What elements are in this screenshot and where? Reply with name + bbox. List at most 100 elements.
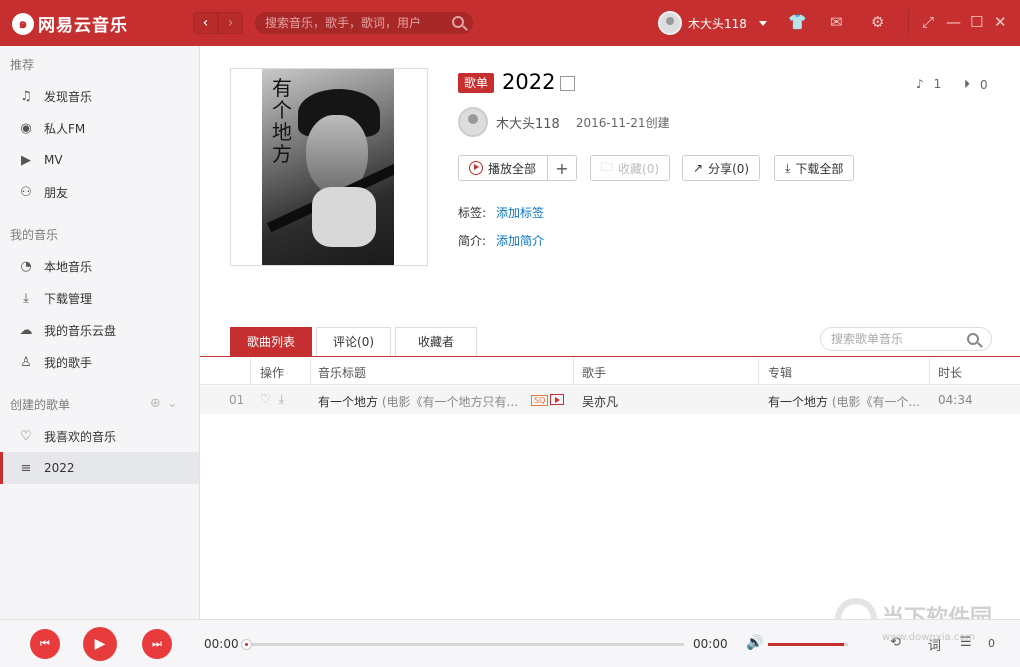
add-playlist-icon[interactable]: ⊕ (150, 396, 161, 411)
playlist-cover[interactable]: 有个地方 (230, 68, 428, 266)
download-icon[interactable]: ⤓ (279, 392, 284, 407)
song-count-value: 1 (933, 77, 942, 91)
mail-icon[interactable]: ✉ (830, 13, 843, 31)
sidebar-item-fm[interactable]: ◉ 私人FM (0, 112, 199, 144)
download-all-button[interactable]: ⤓ 下载全部 (774, 155, 855, 181)
column-header-artist[interactable]: 歌手 (582, 364, 606, 381)
global-search-input[interactable]: 搜索音乐，歌手，歌词，用户 (255, 12, 473, 34)
search-icon[interactable] (967, 333, 979, 345)
track-artist[interactable]: 吴亦凡 (582, 393, 618, 410)
cover-hand-shape (312, 187, 376, 247)
add-to-queue-button[interactable]: + (547, 155, 577, 181)
sidebar-item-label: 2022 (44, 461, 75, 475)
play-button[interactable]: ▶ (83, 627, 117, 661)
sidebar-item-playlist-2022[interactable]: ≡ 2022 (0, 452, 199, 484)
title-bar: ๑ 网易云音乐 ‹ › 搜索音乐，歌手，歌词，用户 木大头118 👕 ✉ ⚙ ⤢… (0, 0, 1020, 46)
table-row[interactable]: 01 ♡ ⤓ 有一个地方 (电影《有一个地方只有... SQ 吴亦凡 有一个地方… (200, 386, 1020, 414)
add-tags-link[interactable]: 添加标签 (496, 206, 544, 220)
column-header-album[interactable]: 专辑 (768, 364, 792, 381)
user-menu[interactable]: 木大头118 (658, 11, 767, 35)
sidebar-item-friends[interactable]: ⚇ 朋友 (0, 176, 199, 208)
creator-avatar[interactable] (458, 107, 488, 137)
play-icon (469, 161, 483, 175)
sidebar-item-label: 下载管理 (44, 291, 93, 306)
disc-icon: ◔ (20, 258, 32, 274)
settings-icon[interactable]: ⚙ (871, 13, 884, 31)
queue-count[interactable]: 0 (988, 637, 995, 650)
search-placeholder: 搜索音乐，歌手，歌词，用户 (265, 16, 422, 30)
playlist-controls: ⊕ ⌄ (150, 396, 178, 411)
tab-comments[interactable]: 评论(0) (316, 327, 392, 356)
like-heart-icon[interactable]: ♡ (260, 392, 271, 407)
intro-label: 简介: (458, 234, 487, 248)
track-album[interactable]: 有一个地方 (768, 395, 828, 409)
play-all-button[interactable]: 播放全部 (458, 155, 548, 181)
sidebar-item-mv[interactable]: ▶ MV (0, 144, 199, 176)
collect-button[interactable]: 🗀 收藏(0) (590, 155, 671, 181)
progress-knob[interactable] (241, 639, 252, 650)
netease-logo-icon: ๑ (12, 12, 34, 35)
collapse-chevron-icon[interactable]: ⌄ (167, 396, 178, 411)
sidebar-item-downloads[interactable]: ⤓ 下载管理 (0, 282, 199, 314)
skin-icon[interactable]: 👕 (788, 13, 807, 31)
sidebar-item-label: 我的歌手 (44, 355, 93, 370)
volume-slider[interactable] (768, 643, 848, 646)
mini-mode-icon[interactable]: ⤢ (922, 13, 934, 31)
play-count-value: 0 (980, 77, 988, 92)
sidebar-item-discover[interactable]: ♫ 发现音乐 (0, 80, 199, 112)
share-button[interactable]: ↗ 分享(0) (682, 155, 761, 181)
column-header-duration[interactable]: 时长 (938, 364, 962, 381)
tab-subscribers[interactable]: 收藏者 (395, 327, 478, 356)
sidebar-item-my-artists[interactable]: ♙ 我的歌手 (0, 346, 199, 378)
user-avatar[interactable] (658, 11, 682, 35)
total-time: 00:00 (693, 637, 728, 651)
minimize-icon[interactable]: — (946, 13, 961, 31)
play-count: ⏵ 0 (964, 77, 988, 92)
heart-icon: ♡ (20, 428, 32, 444)
sidebar-item-liked-music[interactable]: ♡ 我喜欢的音乐 (0, 420, 199, 452)
previous-track-button[interactable]: ⏮ (30, 629, 60, 659)
sidebar-item-label: 发现音乐 (44, 89, 93, 104)
sidebar-item-cloud[interactable]: ☁ 我的音乐云盘 (0, 314, 199, 346)
back-button[interactable]: ‹ (193, 12, 218, 34)
tab-underline (200, 356, 1020, 357)
app-logo[interactable]: ๑ 网易云音乐 (12, 11, 128, 36)
track-album-cell: 有一个地方 (电影《有一个... (768, 393, 923, 410)
search-icon[interactable] (452, 16, 464, 28)
creator-name[interactable]: 木大头118 (496, 113, 560, 132)
progress-bar[interactable] (241, 639, 684, 650)
player-bar: ⏮ ▶ ⏭ 00:00 00:00 🔊 ⟲ 词 ☰ 0 www.downxia.… (0, 619, 1020, 667)
cloud-icon: ☁ (19, 322, 33, 338)
add-intro-link[interactable]: 添加简介 (496, 234, 544, 248)
edit-icon[interactable] (560, 76, 575, 91)
playlist-tabs: 歌曲列表 评论(0) 收藏者 (230, 327, 478, 356)
section-title-recommend: 推荐 (10, 58, 35, 72)
download-all-label: 下载全部 (795, 161, 844, 176)
volume-level (768, 643, 844, 646)
sidebar-item-local-music[interactable]: ◔ 本地音乐 (0, 250, 199, 282)
column-divider (250, 358, 251, 385)
column-header-title[interactable]: 音乐标题 (318, 364, 366, 381)
next-track-button[interactable]: ⏭ (142, 629, 172, 659)
share-label: 分享(0) (708, 161, 750, 176)
column-header-actions: 操作 (260, 366, 285, 380)
maximize-icon[interactable]: ☐ (970, 13, 983, 31)
close-icon[interactable]: ✕ (994, 13, 1007, 31)
tab-song-list[interactable]: 歌曲列表 (230, 327, 313, 356)
chevron-down-icon[interactable] (758, 20, 767, 26)
mv-icon[interactable] (550, 394, 564, 405)
track-duration: 04:34 (938, 393, 973, 407)
track-title[interactable]: 有一个地方 (318, 395, 378, 409)
watermark-url: www.downxia.com (882, 632, 976, 643)
forward-button[interactable]: › (218, 12, 243, 34)
sidebar-item-label: 本地音乐 (44, 259, 93, 274)
playlist-search-input[interactable]: 搜索歌单音乐 (820, 327, 992, 351)
playlist-title: 2022 (502, 70, 556, 94)
volume-icon[interactable]: 🔊 (746, 635, 763, 651)
radio-icon: ◉ (20, 120, 32, 136)
sidebar-item-label: 朋友 (44, 185, 69, 200)
download-icon: ⤓ (785, 160, 791, 175)
track-album-note: (电影《有一个... (831, 395, 920, 409)
username[interactable]: 木大头118 (688, 15, 747, 32)
nav-buttons: ‹ › (193, 12, 243, 34)
